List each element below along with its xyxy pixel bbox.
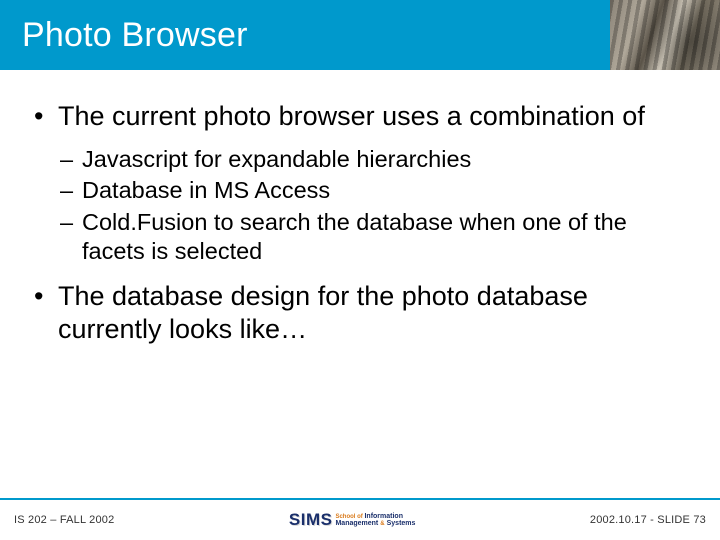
footer-left: IS 202 – FALL 2002 [14, 514, 114, 526]
sub-bullet-list: Javascript for expandable hierarchies Da… [58, 145, 690, 267]
sims-information: Information [364, 513, 403, 520]
slide: Photo Browser The current photo browser … [0, 0, 720, 540]
footer-logo: SIMS School of Information Management & … [267, 507, 437, 533]
bullet-item: The database design for the photo databa… [30, 280, 690, 346]
header-decorative-image [610, 0, 720, 70]
title-bar: Photo Browser [0, 0, 720, 70]
slide-title: Photo Browser [0, 16, 248, 55]
sub-bullet-text: Javascript for expandable hierarchies [82, 146, 471, 172]
sims-line2: Management & Systems [335, 520, 415, 527]
sub-bullet-item: Cold.Fusion to search the database when … [58, 208, 690, 267]
slide-footer: IS 202 – FALL 2002 SIMS School of Inform… [0, 498, 720, 540]
sims-systems: Systems [387, 520, 416, 527]
sims-logo: SIMS School of Information Management & … [289, 510, 416, 530]
slide-body: The current photo browser uses a combina… [0, 70, 720, 346]
footer-right: 2002.10.17 - SLIDE 73 [590, 514, 706, 526]
sims-management: Management [335, 520, 378, 527]
sub-bullet-text: Database in MS Access [82, 177, 330, 203]
sub-bullet-text: Cold.Fusion to search the database when … [82, 209, 627, 264]
bullet-text: The current photo browser uses a combina… [58, 101, 645, 131]
bullet-text: The database design for the photo databa… [58, 281, 588, 344]
sims-line1: School of Information [335, 513, 415, 520]
bullet-list: The current photo browser uses a combina… [30, 100, 690, 346]
sims-logo-mark: SIMS [289, 510, 333, 530]
sub-bullet-item: Javascript for expandable hierarchies [58, 145, 690, 174]
bullet-item: The current photo browser uses a combina… [30, 100, 690, 266]
sims-amp: & [380, 521, 384, 527]
sub-bullet-item: Database in MS Access [58, 176, 690, 205]
sims-logo-subtext: School of Information Management & Syste… [335, 513, 415, 527]
